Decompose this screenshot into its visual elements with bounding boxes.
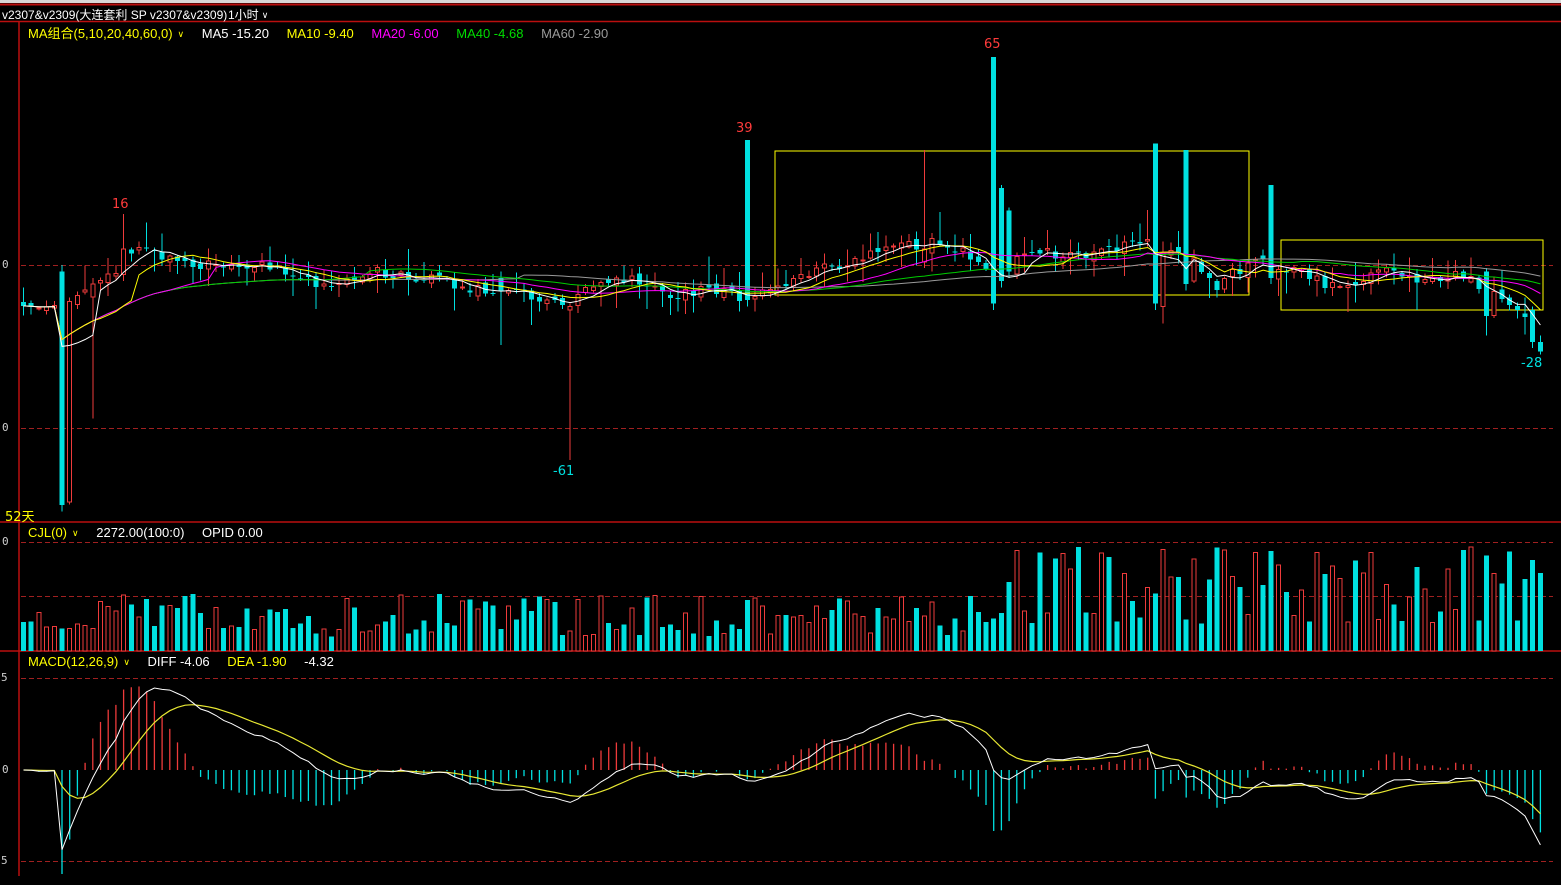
- cjl-indicator-label[interactable]: CJL(0): [28, 525, 67, 540]
- chevron-down-icon: ∨: [262, 10, 269, 20]
- volume-indicator-header: CJL(0) ∨ 2272.00(100:0) OPID 0.00: [28, 525, 277, 540]
- period-label: 1小时: [228, 8, 259, 22]
- macd-panel-plot: [24, 686, 1541, 885]
- chevron-down-icon[interactable]: ∨: [123, 657, 130, 667]
- window-top-strip: [0, 0, 1561, 3]
- diff-line: [24, 688, 1541, 850]
- macd-axis-label-zero: 0: [2, 763, 9, 776]
- chevron-down-icon[interactable]: ∨: [178, 29, 185, 39]
- ma60-line: [24, 259, 1541, 340]
- trading-app-window: v2307&v2309(大连套利 SP v2307&v2309) 1小时∨ MA…: [0, 0, 1561, 885]
- chart-annotation: 65: [984, 37, 1001, 52]
- diff-value: DIFF -4.06: [148, 654, 210, 669]
- chart-canvas[interactable]: [0, 0, 1561, 885]
- macd-indicator-label[interactable]: MACD(12,26,9): [28, 654, 118, 669]
- contract-title: v2307&v2309(大连套利 SP v2307&v2309): [2, 6, 227, 23]
- period-selector[interactable]: 1小时∨: [228, 6, 268, 23]
- macd-axis-label-lower: 5: [1, 854, 8, 867]
- price-axis-label-lower: 0: [2, 421, 9, 434]
- macd-axis-label-upper: 5: [1, 671, 8, 684]
- chart-annotation: -28: [1521, 356, 1542, 371]
- chevron-down-icon[interactable]: ∨: [72, 528, 79, 538]
- macd-indicator-header: MACD(12,26,9) ∨ DIFF -4.06 DEA -1.90 -4.3…: [28, 654, 348, 669]
- ma20-value: MA20 -6.00: [371, 26, 438, 41]
- opid-value: OPID 0.00: [202, 525, 263, 540]
- chart-annotation: 52天: [5, 506, 35, 525]
- chart-annotation: -61: [553, 464, 574, 479]
- ma40-value: MA40 -4.68: [456, 26, 523, 41]
- title-bar: v2307&v2309(大连套利 SP v2307&v2309) 1小时∨: [0, 5, 1561, 21]
- ma-indicator-label[interactable]: MA组合(5,10,20,40,60,0): [28, 26, 173, 41]
- volume-bars: [21, 547, 1543, 651]
- cjl-value: 2272.00(100:0): [96, 525, 184, 540]
- candlesticks: [21, 57, 1543, 511]
- ma5-value: MA5 -15.20: [202, 26, 269, 41]
- price-axis-label-zero: 0: [2, 258, 9, 271]
- chart-annotation: 39: [736, 121, 753, 136]
- chart-annotation: 16: [112, 197, 129, 212]
- ma60-value: MA60 -2.90: [541, 26, 608, 41]
- macd-value: -4.32: [304, 654, 334, 669]
- dea-line: [24, 705, 1541, 814]
- ma10-value: MA10 -9.40: [287, 26, 354, 41]
- ma-indicator-header: MA组合(5,10,20,40,60,0) ∨ MA5 -15.20 MA10 -…: [28, 23, 622, 42]
- dea-value: DEA -1.90: [227, 654, 286, 669]
- volume-axis-label: 0: [2, 535, 9, 548]
- drawing-overlay-box: [1281, 240, 1543, 310]
